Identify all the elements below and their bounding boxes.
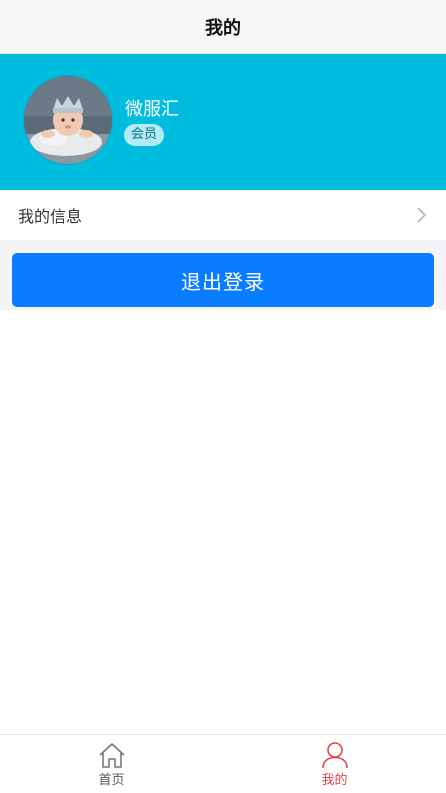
page-title: 我的 xyxy=(205,17,241,39)
menu-item-my-info[interactable]: 我的信息 xyxy=(0,190,446,240)
top-navbar: 我的 xyxy=(0,0,446,54)
logout-button[interactable]: 退出登录 xyxy=(12,253,434,307)
profile-page: 我的 微服汇 会员 我的信息 退出登录 首页 我的 xyxy=(0,0,446,793)
tab-home-label: 首页 xyxy=(98,773,125,788)
home-icon xyxy=(98,743,125,768)
avatar-photo-icon xyxy=(24,76,112,164)
tab-mine-label: 我的 xyxy=(321,773,348,788)
user-icon xyxy=(321,742,348,769)
tab-home[interactable]: 首页 xyxy=(0,735,223,793)
member-badge: 会员 xyxy=(124,124,165,146)
avatar[interactable] xyxy=(24,76,112,164)
chevron-right-icon xyxy=(417,207,427,223)
tab-mine[interactable]: 我的 xyxy=(223,735,446,793)
profile-header: 微服汇 会员 xyxy=(0,54,446,190)
menu-item-label: 我的信息 xyxy=(18,207,83,226)
bottom-tabbar: 首页 我的 xyxy=(0,734,446,793)
username: 微服汇 xyxy=(125,99,179,120)
